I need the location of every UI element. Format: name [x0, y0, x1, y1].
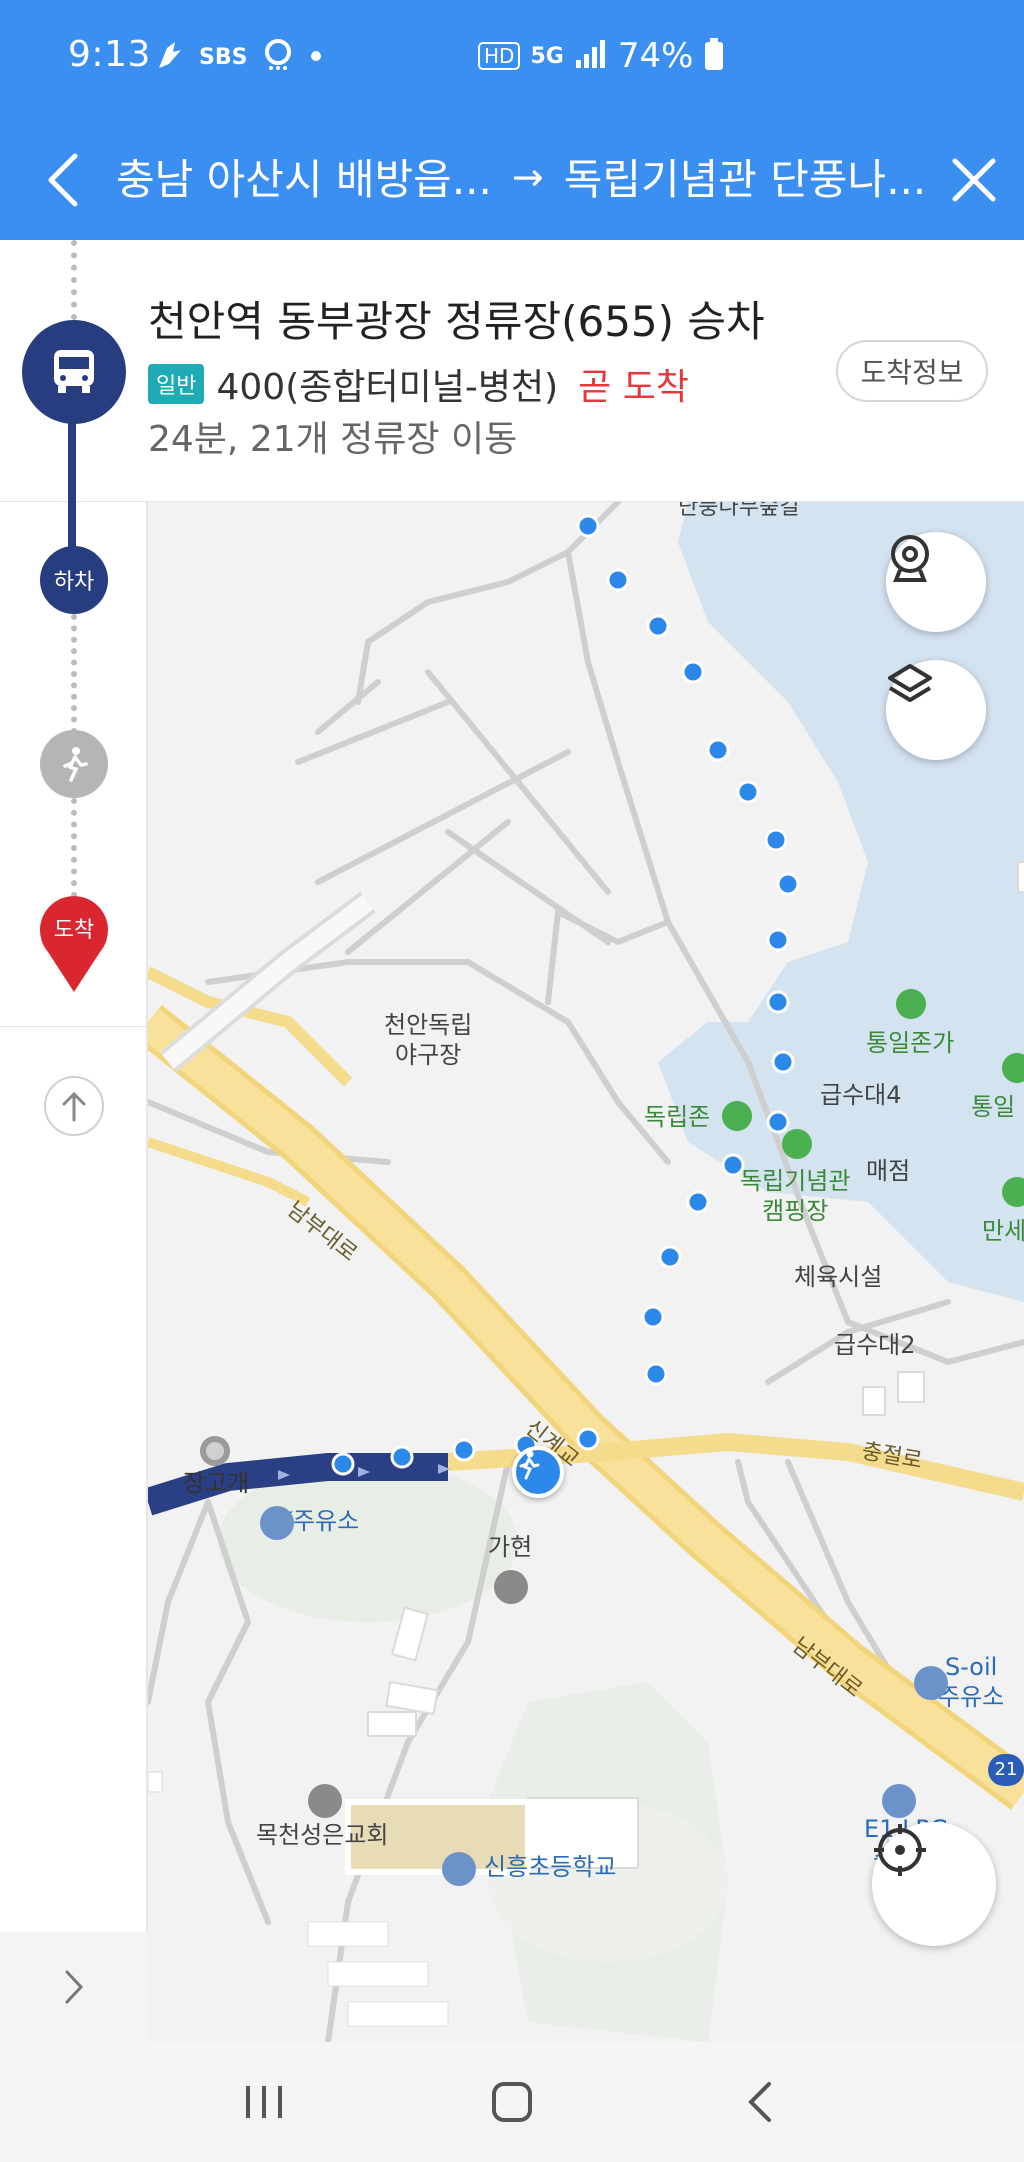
camping-icon — [896, 989, 926, 1019]
bus-type-badge: 일반 — [148, 364, 205, 404]
arrival-info-button[interactable]: 도착정보 — [836, 340, 988, 402]
map-label-sports: 체육시설 — [794, 1263, 883, 1291]
route-timeline: 하차 도착 — [0, 240, 148, 2040]
system-icons: HD 5G 74% — [478, 36, 725, 76]
layers-button[interactable] — [886, 660, 986, 760]
map-label-manse-partial: 만세 — [982, 1217, 1024, 1245]
hd-voice-icon: HD — [478, 42, 521, 70]
close-button[interactable] — [936, 142, 1012, 218]
arrival-label: 도착 — [53, 918, 95, 943]
chevron-left-icon — [48, 153, 78, 207]
dot-icon — [309, 48, 323, 67]
map-label-gahyeon: 가현 — [488, 1533, 533, 1561]
camping-icon — [1002, 1053, 1024, 1083]
walking-icon — [519, 1450, 540, 1480]
map-label-tongil-zone: 통일존가 — [866, 1029, 955, 1057]
battery-icon — [703, 37, 725, 75]
walk-step-marker — [40, 730, 108, 798]
timeline-dots-top — [71, 240, 77, 320]
map-label-church: 목천성은교회 — [256, 1821, 389, 1849]
timeline-bus-line — [68, 410, 76, 550]
home-button[interactable] — [467, 2057, 557, 2147]
map-label-water-4: 급수대4 — [820, 1081, 902, 1109]
arrival-marker: 도착 — [38, 894, 110, 994]
signal-icon — [574, 38, 608, 74]
map-label-camping: 독립기념관 캠핑장 — [740, 1167, 851, 1225]
map-label-water-2: 급수대2 — [834, 1331, 916, 1359]
school-icon — [442, 1852, 476, 1886]
camping-icon — [782, 1129, 812, 1159]
map-label-independence-zone: 독립존 — [644, 1103, 711, 1131]
route-origin: 충남 아산시 배방읍... — [116, 155, 492, 204]
walking-icon — [63, 747, 88, 782]
crosshair-icon — [874, 1824, 926, 1876]
camping-icon — [722, 1101, 752, 1131]
back-button[interactable] — [28, 142, 98, 218]
route-destination: 독립기념관 단풍나... — [563, 155, 927, 204]
church-icon — [308, 1784, 342, 1818]
bus-info-row: 일반 400(종합터미널-병천) 곧 도착 — [148, 358, 689, 410]
gas-station-icon — [260, 1506, 294, 1540]
route-header: 충남 아산시 배방읍... → 독립기념관 단풍나... — [0, 120, 1024, 240]
route-arrow: → — [511, 154, 544, 199]
gas-station-icon — [914, 1666, 948, 1700]
route-step-card[interactable]: 천안역 동부광장 정류장(655) 승차 일반 400(종합터미널-병천) 곧 … — [0, 240, 1024, 502]
gas-station-icon — [882, 1784, 916, 1818]
bus-icon — [54, 350, 94, 393]
bird-notification-icon — [155, 38, 185, 76]
home-icon — [492, 2082, 532, 2122]
boarding-stop-name: 천안역 동부광장 정류장(655) 승차 — [148, 297, 765, 346]
close-icon — [952, 158, 996, 202]
destination-pin-icon — [39, 896, 108, 992]
layers-icon — [888, 664, 932, 702]
5g-icon: 5G — [530, 43, 564, 69]
my-location-button[interactable] — [872, 1822, 996, 1946]
recent-apps-icon — [246, 2086, 282, 2118]
bus-stop-icon — [200, 1436, 230, 1466]
map-label-baseball: 천안독립 야구장 — [384, 1011, 473, 1069]
walk-transfer-marker — [512, 1446, 564, 1498]
arrival-status: 곧 도착 — [578, 367, 689, 408]
bus-number: 400(종합터미널-병천) — [216, 367, 559, 408]
building-icon — [494, 1570, 528, 1604]
route-title[interactable]: 충남 아산시 배방읍... → 독립기념관 단풍나... — [116, 146, 926, 207]
bus-step-marker — [22, 320, 126, 424]
status-time: 9:13 — [68, 34, 151, 75]
back-icon — [748, 2082, 771, 2122]
cctv-icon — [891, 535, 929, 582]
map-label-tongil-partial: 통일 — [971, 1093, 1016, 1121]
cctv-button[interactable] — [886, 532, 986, 632]
travel-summary: 24분, 21개 정류장 이동 — [148, 419, 518, 460]
get-off-marker: 하차 — [40, 546, 108, 614]
map-label-school: 신흥초등학교 — [484, 1853, 617, 1881]
camping-icon — [1002, 1177, 1024, 1207]
battery-percent: 74% — [617, 36, 694, 76]
notification-icons: SBS — [155, 38, 323, 76]
map-label-janggogae: 장고개 — [183, 1469, 250, 1497]
back-nav-button[interactable] — [715, 2057, 805, 2147]
timeline-dots-walk — [71, 614, 77, 734]
sbs-news-icon: SBS — [199, 44, 248, 70]
top-bar: 9:13 SBS HD 5G 74% 충남 아산시 배방읍... → 독립기념관… — [0, 0, 1024, 240]
map-label-shop: 매점 — [866, 1157, 911, 1185]
recent-apps-button[interactable] — [219, 2057, 309, 2147]
route-map[interactable]: 단풍나무숲길 천안독립 야구장 통일존가 통일 독립존 급수대4 독립기념관 캠… — [148, 502, 1024, 2042]
timeline-dots-arrive — [71, 798, 77, 898]
chat-icon — [261, 38, 295, 76]
system-nav-bar — [0, 2042, 1024, 2162]
route-21-badge: 21 — [988, 1754, 1024, 1786]
map-label-top-cut: 단풍나무숲길 — [678, 502, 800, 520]
status-bar: 9:13 SBS HD 5G 74% — [0, 0, 1024, 120]
